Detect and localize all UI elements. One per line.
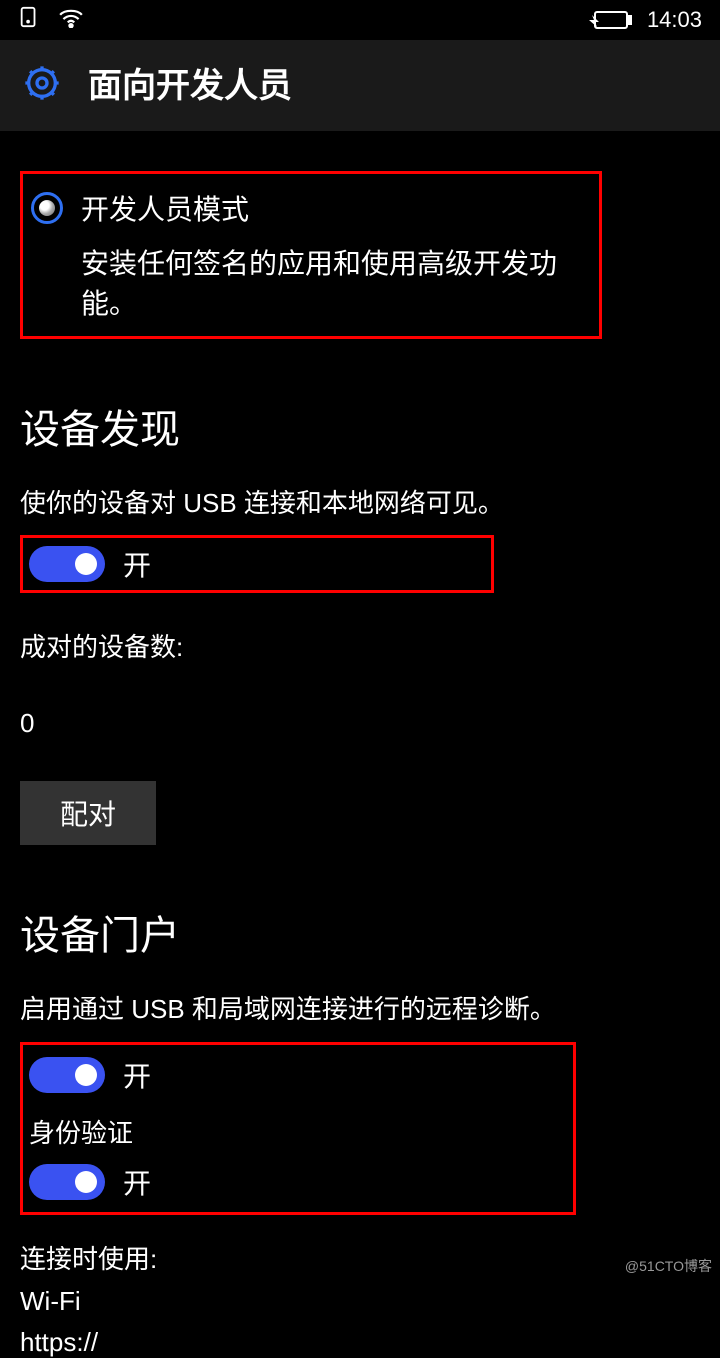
connect-label: 连接时使用: [20,1239,700,1276]
pair-button[interactable]: 配对 [20,781,156,845]
dev-mode-desc: 安装任何签名的应用和使用高级开发功能。 [81,242,591,322]
auth-toggle[interactable] [29,1164,105,1200]
status-time: 14:03 [647,7,702,33]
device-portal-toggle-box: 开 身份验证 开 [20,1042,576,1215]
device-portal-toggle[interactable] [29,1057,105,1093]
device-portal-desc: 启用通过 USB 和局域网连接进行的远程诊断。 [20,991,700,1027]
gear-icon [20,61,64,105]
battery-icon [589,9,633,31]
connect-wifi: Wi-Fi [20,1286,700,1317]
device-discovery-toggle[interactable] [29,546,105,582]
auth-label: 身份验证 [29,1113,567,1150]
device-portal-title: 设备门户 [20,903,700,961]
status-right: 14:03 [589,7,702,33]
dev-mode-section: 开发人员模式 安装任何签名的应用和使用高级开发功能。 [20,171,602,339]
radio-icon[interactable] [31,192,63,224]
connect-url: https:// [20,1327,700,1358]
device-discovery-title: 设备发现 [20,397,700,455]
dev-mode-label: 开发人员模式 [81,188,249,228]
device-discovery-toggle-box: 开 [20,535,494,593]
page-header: 面向开发人员 [0,40,720,131]
notification-icon [18,6,40,34]
device-discovery-desc: 使你的设备对 USB 连接和本地网络可见。 [20,485,700,521]
paired-devices-count: 0 [20,708,700,739]
status-left [18,6,84,34]
dev-mode-radio-row[interactable]: 开发人员模式 [31,188,591,228]
page-title: 面向开发人员 [88,58,292,107]
auth-toggle-label: 开 [123,1162,151,1202]
device-discovery-toggle-label: 开 [123,544,151,584]
watermark: @51CTO博客 [625,1256,712,1276]
wifi-icon [58,6,84,34]
paired-devices-label: 成对的设备数: [20,627,700,664]
status-bar: 14:03 [0,0,720,40]
device-portal-toggle-label: 开 [123,1055,151,1095]
